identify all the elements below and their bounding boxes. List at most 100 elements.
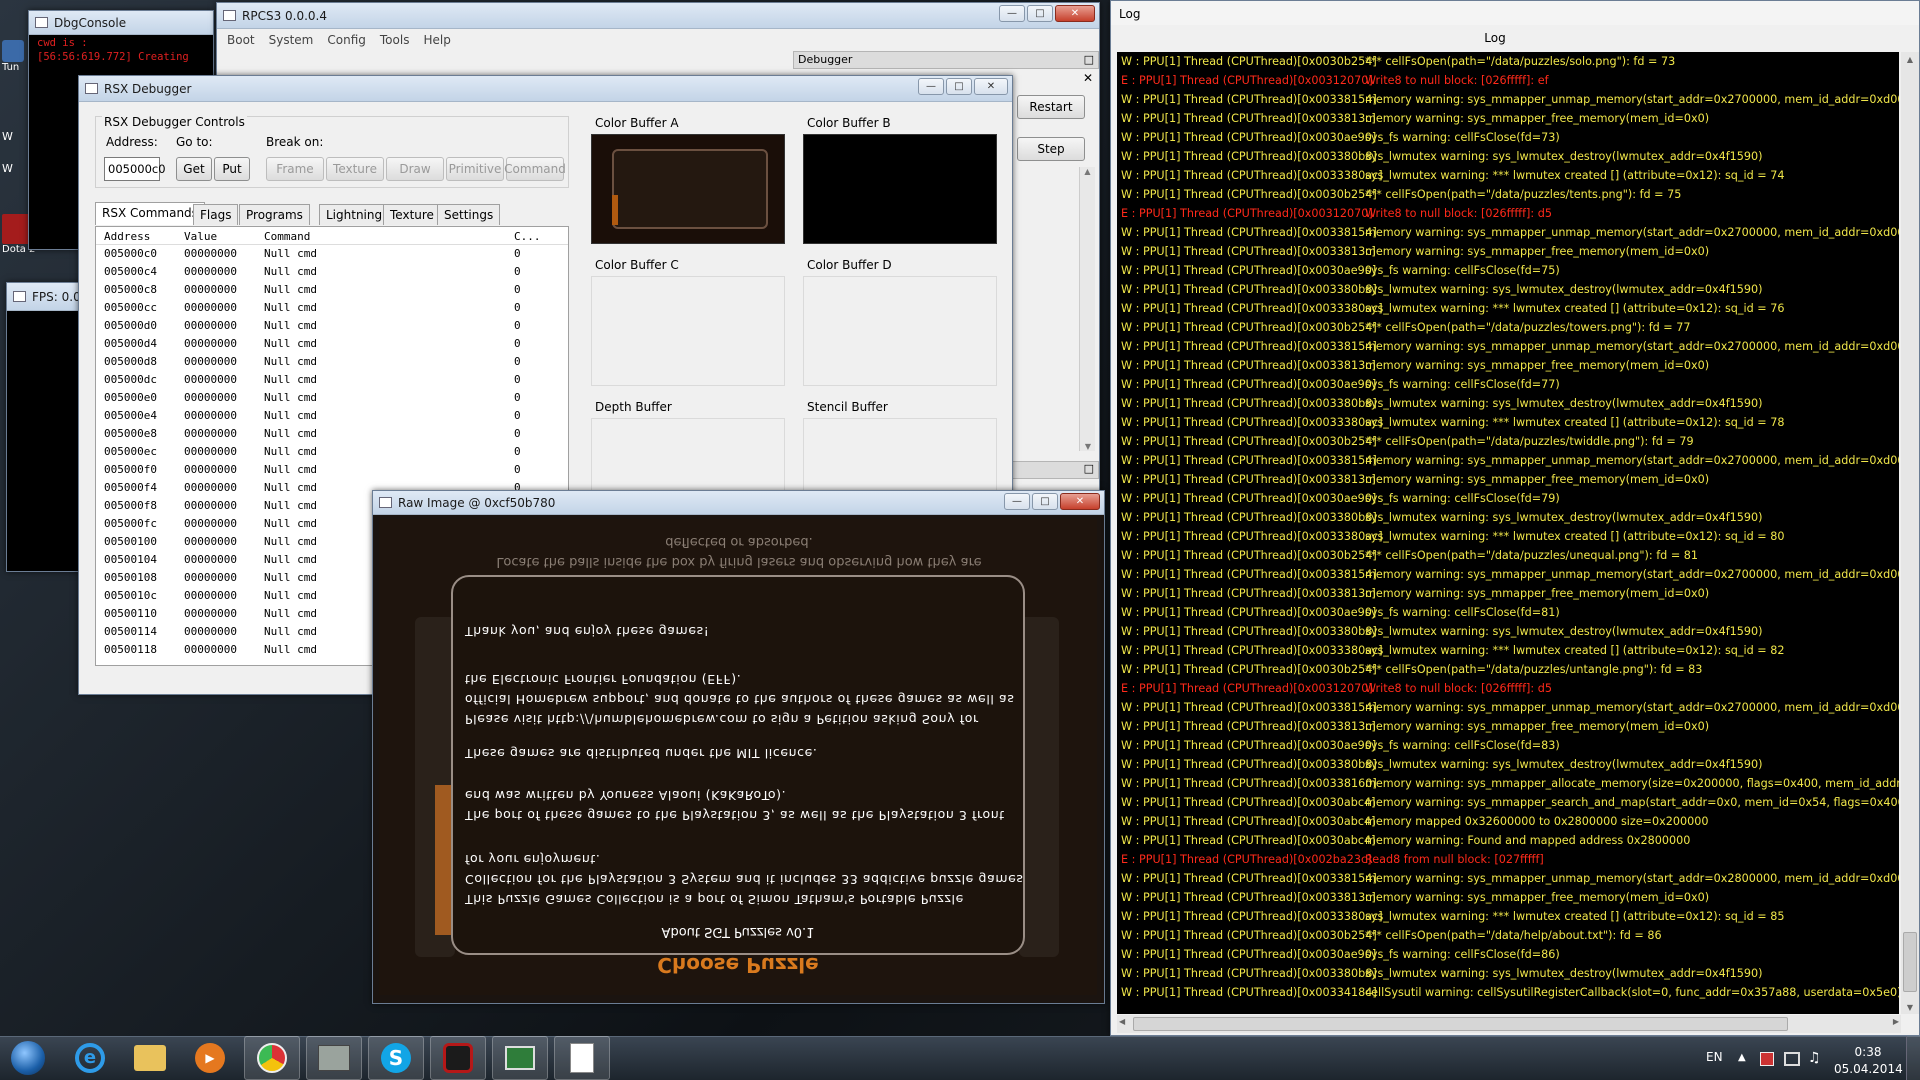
log-line[interactable]: W : PPU[1] Thread (CPUThread)[0x003380b8… — [1117, 755, 1899, 774]
log-line[interactable]: W : PPU[1] Thread (CPUThread)[0x00334184… — [1117, 983, 1899, 1002]
log-line[interactable]: W : PPU[1] Thread (CPUThread)[0x0030abc4… — [1117, 793, 1899, 812]
close-icon[interactable]: ✕ — [1083, 71, 1093, 85]
column-header-value[interactable]: Value — [184, 230, 217, 243]
show-desktop-button[interactable] — [1906, 1036, 1920, 1080]
scroll-thumb[interactable] — [1903, 932, 1917, 992]
color-buffer-d[interactable] — [803, 276, 997, 386]
log-line[interactable]: W : PPU[1] Thread (CPUThread)[0x00338154… — [1117, 337, 1899, 356]
scroll-up-icon[interactable]: ▲ — [1080, 167, 1095, 176]
table-row[interactable]: 005000d0 00000000 Null cmd 0 — [96, 317, 568, 335]
desktop-icon-tun[interactable]: Tun — [2, 40, 28, 80]
log-line[interactable]: W : PPU[1] Thread (CPUThread)[0x0033813c… — [1117, 356, 1899, 375]
color-buffer-b[interactable] — [803, 134, 997, 244]
skype-icon[interactable]: S — [368, 1036, 424, 1080]
table-row[interactable]: 005000e0 00000000 Null cmd 0 — [96, 389, 568, 407]
maximize-icon[interactable]: □ — [1032, 493, 1058, 510]
scroll-thumb[interactable] — [1133, 1017, 1788, 1031]
desktop-icon-w2[interactable]: W — [2, 162, 28, 182]
dbgconsole-titlebar[interactable]: DbgConsole — [29, 11, 213, 35]
table-row[interactable]: 005000d8 00000000 Null cmd 0 — [96, 353, 568, 371]
tab-settings[interactable]: Settings — [437, 204, 501, 225]
minimize-icon[interactable]: — — [999, 5, 1025, 22]
menu-help[interactable]: Help — [423, 33, 450, 47]
scroll-down-icon[interactable]: ▼ — [1901, 1003, 1919, 1012]
tab-lightning[interactable]: Lightning — [319, 204, 390, 225]
volume-icon[interactable]: ♫ — [1808, 1050, 1821, 1066]
desktop-icon-w1[interactable]: W — [2, 130, 28, 150]
log-line[interactable]: W : PPU[1] Thread (CPUThread)[0x00338154… — [1117, 451, 1899, 470]
chrome-icon[interactable] — [244, 1036, 300, 1080]
log-line[interactable]: W : PPU[1] Thread (CPUThread)[0x0030ae90… — [1117, 261, 1899, 280]
log-line[interactable]: W : PPU[1] Thread (CPUThread)[0x00338160… — [1117, 774, 1899, 793]
log-line[interactable]: W : PPU[1] Thread (CPUThread)[0x0033380a… — [1117, 527, 1899, 546]
log-line[interactable]: E : PPU[1] Thread (CPUThread)[0x00312070… — [1117, 71, 1899, 90]
minimize-icon[interactable]: — — [918, 78, 944, 95]
log-line[interactable]: W : PPU[1] Thread (CPUThread)[0x00338154… — [1117, 565, 1899, 584]
maximize-icon[interactable]: □ — [1027, 5, 1053, 22]
start-orb[interactable] — [0, 1036, 56, 1080]
log-line[interactable]: W : PPU[1] Thread (CPUThread)[0x00338154… — [1117, 698, 1899, 717]
media-player-icon[interactable]: ▶ — [182, 1036, 238, 1080]
log-line[interactable]: W : PPU[1] Thread (CPUThread)[0x003380b8… — [1117, 394, 1899, 413]
log-line[interactable]: W : PPU[1] Thread (CPUThread)[0x0030ae90… — [1117, 736, 1899, 755]
table-row[interactable]: 005000dc 00000000 Null cmd 0 — [96, 371, 568, 389]
menu-tools[interactable]: Tools — [380, 33, 410, 47]
log-hscroll[interactable]: ◀ ▶ — [1117, 1015, 1901, 1033]
tab-texture[interactable]: Texture — [383, 204, 441, 225]
break-draw-button[interactable]: Draw — [386, 157, 444, 181]
dock-icon[interactable]: □ — [1084, 52, 1094, 68]
log-line[interactable]: W : PPU[1] Thread (CPUThread)[0x0033813c… — [1117, 470, 1899, 489]
scroll-left-icon[interactable]: ◀ — [1119, 1017, 1125, 1026]
log-line[interactable]: W : PPU[1] Thread (CPUThread)[0x0033380a… — [1117, 641, 1899, 660]
log-line[interactable]: W : PPU[1] Thread (CPUThread)[0x003380b8… — [1117, 508, 1899, 527]
log-line[interactable]: W : PPU[1] Thread (CPUThread)[0x0030abc4… — [1117, 812, 1899, 831]
log-line[interactable]: W : PPU[1] Thread (CPUThread)[0x0033380a… — [1117, 299, 1899, 318]
game-icon[interactable] — [430, 1036, 486, 1080]
column-header-address[interactable]: Address — [104, 230, 150, 243]
log-line[interactable]: W : PPU[1] Thread (CPUThread)[0x0033380a… — [1117, 907, 1899, 926]
log-line[interactable]: W : PPU[1] Thread (CPUThread)[0x00338154… — [1117, 90, 1899, 109]
log-vscroll[interactable]: ▲ ▼ — [1901, 52, 1919, 1014]
log-line[interactable]: E : PPU[1] Thread (CPUThread)[0x002ba23c… — [1117, 850, 1899, 869]
raw-image-canvas[interactable]: Choose Puzzle About SGT Puzzles v0.1 Thi… — [379, 519, 1097, 995]
log-line[interactable]: W : PPU[1] Thread (CPUThread)[0x0030ae90… — [1117, 489, 1899, 508]
table-row[interactable]: 005000c4 00000000 Null cmd 0 — [96, 263, 568, 281]
table-row[interactable]: 005000f0 00000000 Null cmd 0 — [96, 461, 568, 479]
menu-config[interactable]: Config — [327, 33, 366, 47]
table-row[interactable]: 005000e8 00000000 Null cmd 0 — [96, 425, 568, 443]
table-row[interactable]: 005000ec 00000000 Null cmd 0 — [96, 443, 568, 461]
log-line[interactable]: W : PPU[1] Thread (CPUThread)[0x0030b254… — [1117, 926, 1899, 945]
log-line[interactable]: W : PPU[1] Thread (CPUThread)[0x0030ae90… — [1117, 945, 1899, 964]
table-row[interactable]: 005000e4 00000000 Null cmd 0 — [96, 407, 568, 425]
log-line[interactable]: W : PPU[1] Thread (CPUThread)[0x00338154… — [1117, 869, 1899, 888]
log-line[interactable]: W : PPU[1] Thread (CPUThread)[0x0030ae90… — [1117, 128, 1899, 147]
rsx-titlebar[interactable]: RSX Debugger — □ ✕ — [79, 76, 1012, 102]
color-buffer-a[interactable] — [591, 134, 785, 244]
log-titlebar[interactable]: Log — [1111, 1, 1919, 25]
rpcs3-titlebar[interactable]: RPCS3 0.0.0.4 — □ ✕ — [217, 3, 1099, 29]
log-line[interactable]: W : PPU[1] Thread (CPUThread)[0x0030b254… — [1117, 318, 1899, 337]
log-line[interactable]: W : PPU[1] Thread (CPUThread)[0x0033380a… — [1117, 166, 1899, 185]
minimize-icon[interactable]: — — [1004, 493, 1030, 510]
maximize-icon[interactable]: □ — [946, 78, 972, 95]
log-line[interactable]: W : PPU[1] Thread (CPUThread)[0x0030b254… — [1117, 52, 1899, 71]
log-line[interactable]: W : PPU[1] Thread (CPUThread)[0x0030b254… — [1117, 660, 1899, 679]
put-button[interactable]: Put — [214, 157, 250, 181]
clock[interactable]: 0:38 05.04.2014 — [1834, 1044, 1903, 1078]
log-line[interactable]: W : PPU[1] Thread (CPUThread)[0x003380b8… — [1117, 280, 1899, 299]
log-line[interactable]: W : PPU[1] Thread (CPUThread)[0x003380b8… — [1117, 964, 1899, 983]
table-row[interactable]: 005000d4 00000000 Null cmd 0 — [96, 335, 568, 353]
log-line[interactable]: W : PPU[1] Thread (CPUThread)[0x0033813c… — [1117, 584, 1899, 603]
flag-icon[interactable] — [1760, 1052, 1774, 1066]
language-indicator[interactable]: EN — [1706, 1050, 1723, 1064]
break-command-button[interactable]: Command — [504, 157, 566, 181]
address-input[interactable]: 005000c0 — [104, 157, 166, 181]
column-header-command[interactable]: Command — [264, 230, 310, 243]
log-line[interactable]: W : PPU[1] Thread (CPUThread)[0x003380b8… — [1117, 147, 1899, 166]
log-line[interactable]: W : PPU[1] Thread (CPUThread)[0x0033813c… — [1117, 242, 1899, 261]
log-line[interactable]: W : PPU[1] Thread (CPUThread)[0x0033380a… — [1117, 413, 1899, 432]
log-line[interactable]: W : PPU[1] Thread (CPUThread)[0x0033813c… — [1117, 717, 1899, 736]
break-texture-button[interactable]: Texture — [326, 157, 384, 181]
notepad-icon[interactable] — [554, 1036, 610, 1080]
tab-rsx-commands[interactable]: RSX Commands — [95, 202, 205, 225]
